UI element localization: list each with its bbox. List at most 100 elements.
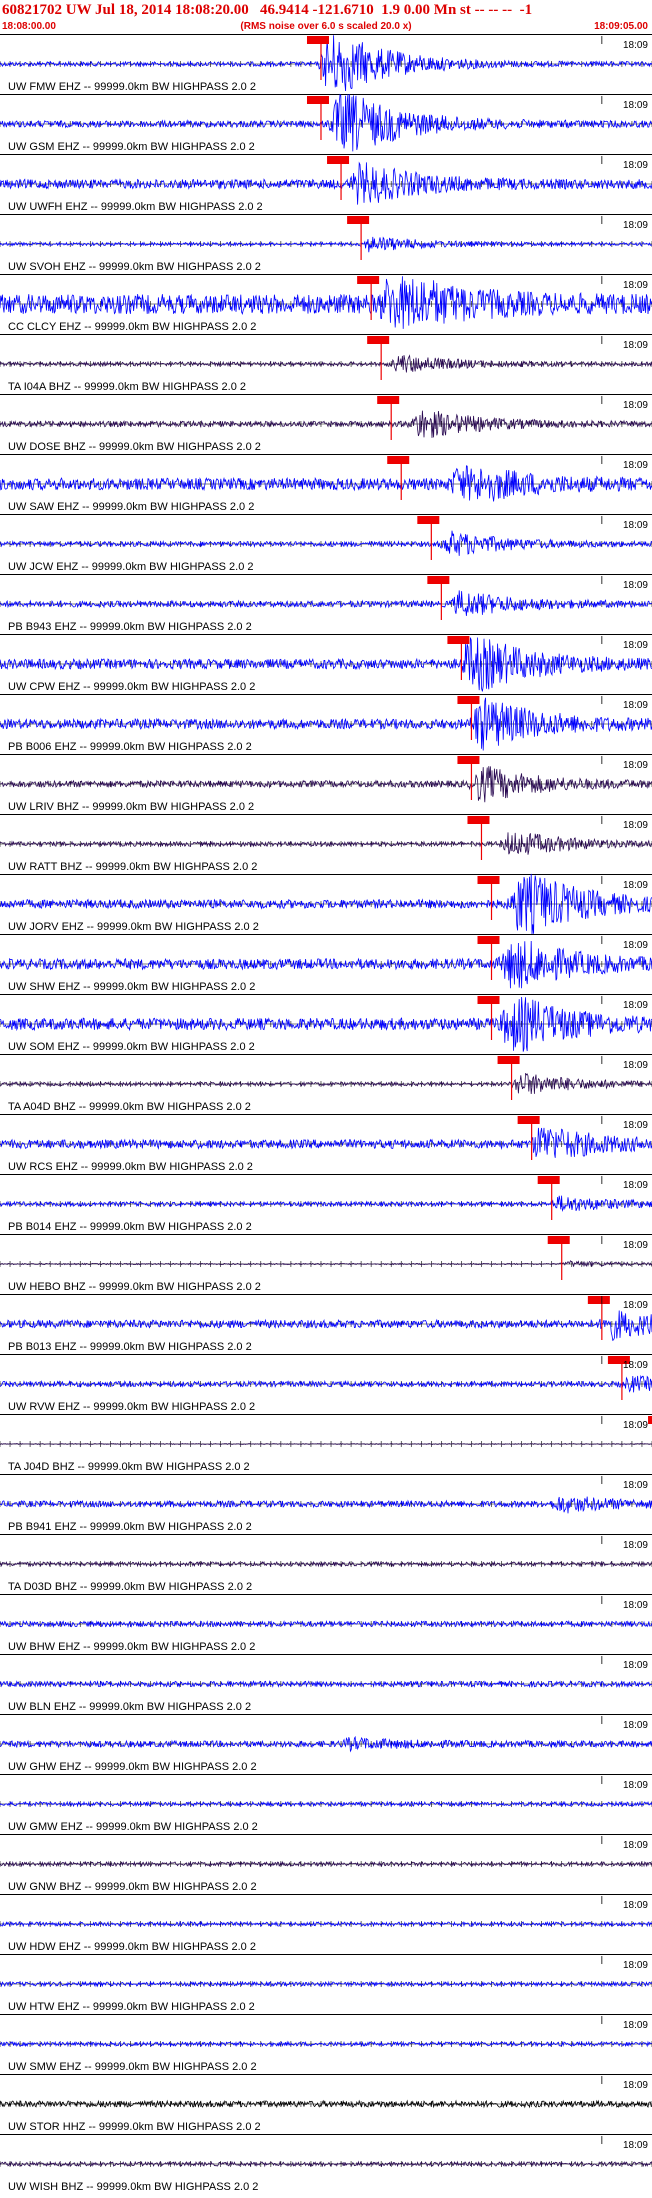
station-label: UW GHW EHZ -- 99999.0km BW HIGHPASS 2.0 … [8, 1761, 257, 1773]
station-label: PB B014 EHZ -- 99999.0km BW HIGHPASS 2.0… [8, 1221, 252, 1233]
pick-flag [477, 996, 500, 1004]
pick-flag [648, 1416, 652, 1424]
trace-row: 18:09 UW WISH BHZ -- 99999.0km BW HIGHPAS… [0, 2134, 652, 2193]
trace-row: 18:09 UW GNW BHZ -- 99999.0km BW HIGHPASS… [0, 1834, 652, 1893]
trace-row: 18:09 UW SVOH EHZ -- 99999.0km BW HIGHPAS… [0, 214, 652, 273]
time-tick-label: 18:09 [623, 220, 648, 231]
trace-row: 18:09 UW RCS EHZ -- 99999.0km BW HIGHPASS… [0, 1114, 652, 1173]
station-label: UW JORV EHZ -- 99999.0km BW HIGHPASS 2.0… [8, 921, 259, 933]
trace-row: 18:09 UW FMW EHZ -- 99999.0km BW HIGHPASS… [0, 34, 652, 93]
waveform [0, 1195, 652, 1213]
station-label: UW GSM EHZ -- 99999.0km BW HIGHPASS 2.0 … [8, 141, 255, 153]
waveform [0, 1310, 652, 1342]
station-label: UW RCS EHZ -- 99999.0km BW HIGHPASS 2.0 … [8, 1161, 253, 1173]
station-label: UW HEBO BHZ -- 99999.0km BW HIGHPASS 2.0… [8, 1281, 261, 1293]
pick-flag [467, 816, 490, 824]
waveform [0, 161, 652, 205]
station-label: UW DOSE BHZ -- 99999.0km BW HIGHPASS 2.0… [8, 441, 261, 453]
trace-row: 18:09 UW SOM EHZ -- 99999.0km BW HIGHPASS… [0, 994, 652, 1053]
time-tick-label: 18:09 [623, 100, 648, 111]
time-tick-label: 18:09 [623, 1660, 648, 1671]
trace-row: 18:09 UW CPW EHZ -- 99999.0km BW HIGHPASS… [0, 634, 652, 693]
station-label: UW CPW EHZ -- 99999.0km BW HIGHPASS 2.0 … [8, 681, 255, 693]
trace-row: 18:09 UW RVW EHZ -- 99999.0km BW HIGHPASS… [0, 1354, 652, 1413]
pick-flag [357, 276, 380, 284]
station-label: PB B943 EHZ -- 99999.0km BW HIGHPASS 2.0… [8, 621, 252, 633]
time-tick-label: 18:09 [623, 340, 648, 351]
station-label: UW WISH BHZ -- 99999.0km BW HIGHPASS 2.0… [8, 2181, 258, 2193]
time-tick-label: 18:09 [623, 700, 648, 711]
trace-row: 18:09 UW HTW EHZ -- 99999.0km BW HIGHPASS… [0, 1954, 652, 2013]
station-label: UW RATT BHZ -- 99999.0km BW HIGHPASS 2.0… [8, 861, 257, 873]
time-tick-label: 18:09 [623, 460, 648, 471]
trace-row: 18:09 UW JORV EHZ -- 99999.0km BW HIGHPAS… [0, 873, 652, 935]
pick-flag [587, 1296, 610, 1304]
station-label: UW SVOH EHZ -- 99999.0km BW HIGHPASS 2.0… [8, 261, 261, 273]
waveform [0, 236, 652, 253]
trace-row: 18:09 UW STOR HHZ -- 99999.0km BW HIGHPAS… [0, 2074, 652, 2133]
station-label: PB B941 EHZ -- 99999.0km BW HIGHPASS 2.0… [8, 1521, 252, 1533]
station-label: UW JCW EHZ -- 99999.0km BW HIGHPASS 2.0 … [8, 561, 254, 573]
time-tick-label: 18:09 [623, 820, 648, 831]
time-tick-label: 18:09 [623, 1360, 648, 1371]
pick-flag [377, 396, 400, 404]
time-tick-label: 18:09 [623, 1300, 648, 1311]
trace-row: 18:09 PB B013 EHZ -- 99999.0km BW HIGHPAS… [0, 1294, 652, 1353]
trace-row: 18:09 UW BLN EHZ -- 99999.0km BW HIGHPASS… [0, 1654, 652, 1713]
station-label: UW UWFH EHZ -- 99999.0km BW HIGHPASS 2.0… [8, 201, 263, 213]
pick-flag [497, 1056, 520, 1064]
waveform [0, 590, 652, 616]
pick-flag [457, 756, 480, 764]
time-tick-label: 18:09 [623, 40, 648, 51]
time-tick-label: 18:09 [623, 1060, 648, 1071]
trace-row: 18:09 UW UWFH EHZ -- 99999.0km BW HIGHPAS… [0, 154, 652, 213]
time-tick-label: 18:09 [623, 1600, 648, 1611]
time-tick-label: 18:09 [623, 1000, 648, 1011]
trace-row: 18:09 UW SMW EHZ -- 99999.0km BW HIGHPASS… [0, 2014, 652, 2073]
station-label: UW BLN EHZ -- 99999.0km BW HIGHPASS 2.0 … [8, 1701, 251, 1713]
trace-row: 18:09 CC CLCY EHZ -- 99999.0km BW HIGHPAS… [0, 274, 652, 333]
trace-row: 18:09 TA D03D BHZ -- 99999.0km BW HIGHPAS… [0, 1534, 652, 1593]
station-label: UW STOR HHZ -- 99999.0km BW HIGHPASS 2.0… [8, 2121, 261, 2133]
time-tick-label: 18:09 [623, 2140, 648, 2151]
trace-row: 18:09 PB B941 EHZ -- 99999.0km BW HIGHPAS… [0, 1474, 652, 1533]
trace-row: 18:09 UW SAW EHZ -- 99999.0km BW HIGHPASS… [0, 454, 652, 513]
time-tick-label: 18:09 [623, 2080, 648, 2091]
pick-flag [387, 456, 410, 464]
station-label: UW BHW EHZ -- 99999.0km BW HIGHPASS 2.0 … [8, 1641, 255, 1653]
station-label: TA D03D BHZ -- 99999.0km BW HIGHPASS 2.0… [8, 1581, 252, 1593]
pick-flag [306, 36, 329, 44]
pick-flag [447, 636, 470, 644]
pick-flag [427, 576, 450, 584]
pick-flag [367, 336, 390, 344]
trace-row: 18:09 UW LRIV BHZ -- 99999.0km BW HIGHPAS… [0, 754, 652, 813]
trace-row: 18:09 UW BHW EHZ -- 99999.0km BW HIGHPASS… [0, 1594, 652, 1653]
pick-flag [306, 96, 329, 104]
trace-row: 18:09 PB B014 EHZ -- 99999.0km BW HIGHPAS… [0, 1174, 652, 1233]
time-tick-label: 18:09 [623, 2020, 648, 2031]
station-label: UW RVW EHZ -- 99999.0km BW HIGHPASS 2.0 … [8, 1401, 255, 1413]
waveform [0, 1127, 652, 1158]
station-label: UW GNW BHZ -- 99999.0km BW HIGHPASS 2.0 … [8, 1881, 257, 1893]
trace-row: 18:09 UW GHW EHZ -- 99999.0km BW HIGHPASS… [0, 1714, 652, 1773]
time-tick-label: 18:09 [623, 1780, 648, 1791]
waveform [0, 832, 652, 855]
station-label: UW HDW EHZ -- 99999.0km BW HIGHPASS 2.0 … [8, 1941, 256, 1953]
pick-flag [537, 1176, 560, 1184]
pick-flag [327, 156, 350, 164]
time-tick-label: 18:09 [623, 1180, 648, 1191]
waveform [0, 465, 652, 502]
trace-row: 18:09 UW GMW EHZ -- 99999.0km BW HIGHPASS… [0, 1774, 652, 1833]
station-label: UW FMW EHZ -- 99999.0km BW HIGHPASS 2.0 … [8, 81, 256, 93]
time-tick-label: 18:09 [623, 1420, 648, 1431]
time-tick-label: 18:09 [623, 160, 648, 171]
time-tick-label: 18:09 [623, 1840, 648, 1851]
time-tick-label: 18:09 [623, 400, 648, 411]
trace-row: 18:09 PB B006 EHZ -- 99999.0km BW HIGHPAS… [0, 694, 652, 753]
pick-flag [477, 936, 500, 944]
station-label: TA J04D BHZ -- 99999.0km BW HIGHPASS 2.0… [8, 1461, 250, 1473]
waveform [0, 1072, 652, 1095]
time-tick-label: 18:09 [623, 1900, 648, 1911]
station-label: UW SOM EHZ -- 99999.0km BW HIGHPASS 2.0 … [8, 1041, 255, 1053]
pick-flag [517, 1116, 540, 1124]
